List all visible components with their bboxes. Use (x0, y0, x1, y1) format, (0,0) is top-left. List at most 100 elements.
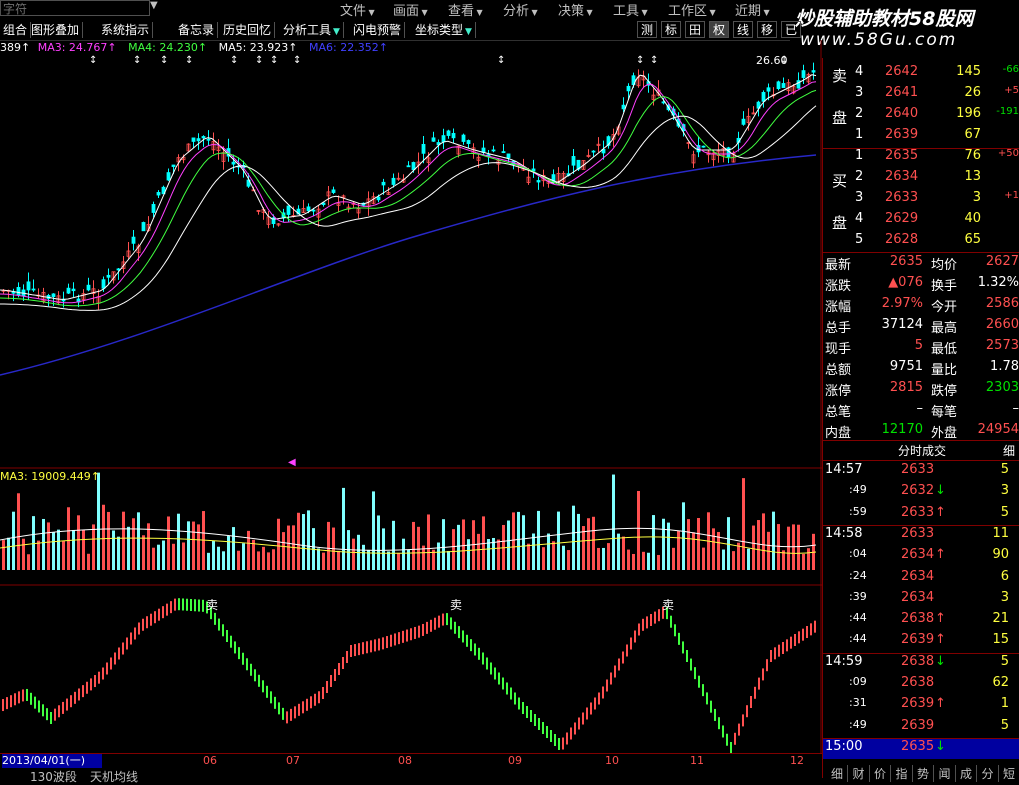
panel-tab-1[interactable]: 财 (849, 765, 870, 782)
panel-tab-0[interactable]: 细 (827, 765, 848, 782)
wave-bar (214, 612, 216, 625)
event-marker: ↕ (160, 55, 168, 66)
candle-body (441, 135, 446, 143)
volume-bar (197, 524, 200, 570)
volume-bar (657, 554, 660, 570)
toolbar-item-0[interactable]: 组合 (0, 22, 32, 38)
panel-tab-3[interactable]: 指 (892, 765, 913, 782)
candle-body (141, 222, 146, 232)
volume-bar (42, 518, 45, 570)
trades-tab[interactable]: 细 (1003, 442, 1015, 459)
toolbar-right-1[interactable]: 标 (661, 21, 681, 38)
candle-body (86, 284, 91, 291)
wave-bar (558, 738, 560, 750)
trade-price: 2634 (901, 589, 935, 605)
candle-body (491, 149, 496, 152)
volume-bar (137, 512, 140, 570)
event-marker: ↕ (255, 55, 263, 66)
quote-label: 每笔 (931, 405, 958, 420)
panel-tab-8[interactable]: 短 (999, 765, 1019, 782)
toolbar-right-0[interactable]: 测 (637, 21, 657, 38)
trade-price: 2639 (901, 717, 935, 733)
menu-item-7[interactable]: 近期 ▼ (735, 0, 770, 19)
menu-item-4[interactable]: 决策 ▼ (558, 0, 593, 19)
wave-bar (814, 620, 816, 633)
panel-tab-2[interactable]: 价 (870, 765, 891, 782)
quote-value: – (916, 401, 924, 416)
volume-bar (57, 529, 60, 570)
toolbar-item-5[interactable]: 分析工具 ▼ (280, 22, 344, 38)
panel-tab-7[interactable]: 分 (978, 765, 999, 782)
volume-bar (582, 526, 585, 570)
sell-signal: 卖 (662, 598, 675, 612)
volume-bar (2, 540, 5, 570)
volume-bar (632, 553, 635, 570)
trade-row: 14:57 2633 5 (823, 462, 1019, 482)
toolbar-right-6[interactable]: 已 (781, 21, 801, 38)
wave-bar (66, 698, 68, 711)
wave-bar (614, 665, 616, 678)
candle-body (391, 177, 396, 185)
wave-bar (406, 629, 408, 642)
panel-tab-6[interactable]: 成 (956, 765, 977, 782)
menu-item-0[interactable]: 文件 ▼ (340, 0, 375, 19)
panel-tab-4[interactable]: 势 (913, 765, 934, 782)
tab-indicator-130[interactable]: 130波段 (30, 768, 77, 785)
toolbar-item-4[interactable]: 历史回忆 (220, 22, 276, 38)
toolbar-label: 坐标类型 (415, 23, 464, 37)
toolbar-right-2[interactable]: 田 (685, 21, 705, 38)
wave-bar (286, 711, 288, 724)
volume-bar (377, 515, 380, 570)
menu-item-6[interactable]: 工作区 ▼ (668, 0, 716, 19)
bid-price: 2633 (885, 190, 919, 205)
toolbar-item-2[interactable]: 系统指示 (98, 22, 154, 38)
kline-chart[interactable]: ↕ ↕ ↕ ↕ ↕ ↕ ↕ ↕ ↕ ↕ ↕ ↕ (0, 0, 822, 778)
menu-item-5[interactable]: 工具 ▼ (613, 0, 648, 19)
toolbar-right-5[interactable]: 移 (757, 21, 777, 38)
volume-bar (457, 524, 460, 570)
toolbar-item-1[interactable]: 图形叠加 (28, 22, 84, 38)
candle-body (466, 140, 471, 144)
wave-bar (330, 675, 332, 687)
volume-bar (72, 529, 75, 570)
volume-bar (107, 511, 110, 570)
toolbar-right-3[interactable]: 权 (709, 21, 729, 38)
wave-bar (762, 668, 764, 681)
volume-bar (692, 532, 695, 570)
toolbar-right-4[interactable]: 线 (733, 21, 753, 38)
wave-bar (90, 678, 92, 691)
toolbar-label: 分析工具 (283, 23, 332, 37)
cursor-left-icon[interactable]: ◀ (288, 457, 296, 468)
trade-volume: 21 (992, 611, 1009, 627)
wave-bar (98, 671, 100, 684)
menu-item-1[interactable]: 画面 ▼ (393, 0, 428, 19)
volume-bar (272, 549, 275, 570)
panel-tab-5[interactable]: 闻 (935, 765, 956, 782)
volume-bar (612, 474, 615, 570)
menu-item-2[interactable]: 查看 ▼ (448, 0, 483, 19)
ask-price: 2639 (885, 127, 919, 142)
wave-bar (226, 630, 228, 642)
bid-price: 2635 (885, 148, 919, 163)
tab-indicator-ma[interactable]: 天机均线 (90, 768, 138, 785)
wave-bar (714, 708, 716, 721)
menu-item-3[interactable]: 分析 ▼ (503, 0, 538, 19)
trade-time: :09 (849, 675, 867, 688)
toolbar-item-7[interactable]: 坐标类型 ▼ (412, 22, 476, 38)
volume-bar (537, 510, 540, 570)
volume-bar (152, 547, 155, 570)
trade-time: :44 (849, 611, 867, 625)
toolbar-item-6[interactable]: 闪电预警 (350, 22, 406, 38)
candle-body (131, 236, 136, 244)
wave-bar (402, 630, 404, 643)
ma-line (0, 89, 817, 307)
current-date: 2013/04/01(一) (2, 754, 102, 768)
candle-body (411, 162, 416, 171)
quote-label: 最低 (931, 342, 958, 357)
wave-bar (162, 606, 164, 619)
volume-bar (392, 520, 395, 570)
volume-bar (802, 553, 805, 570)
toolbar-item-3[interactable]: 备忘录 (175, 22, 219, 38)
trades-header[interactable]: 分时成交 (898, 442, 946, 459)
quote-value: 37124 (881, 317, 923, 332)
